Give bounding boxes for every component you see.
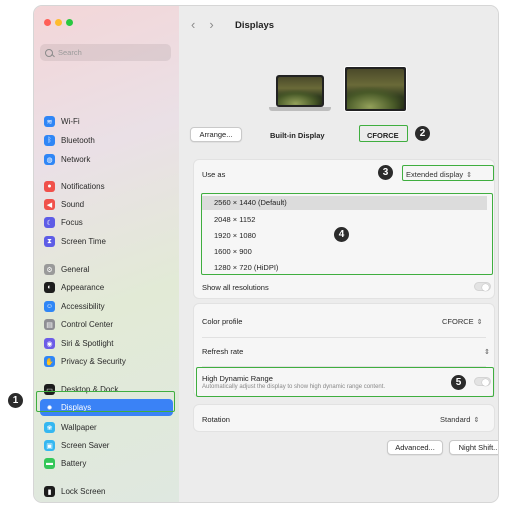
- battery-icon: ▬: [44, 458, 55, 469]
- sidebar-item-label: Screen Saver: [61, 441, 110, 450]
- display-settings-card: Use as 3 Extended display ⇕ 2560 × 1440 (…: [193, 159, 495, 299]
- sidebar-item-label: Notifications: [61, 182, 105, 191]
- color-profile-select[interactable]: CFORCE ⇕: [442, 317, 483, 326]
- sidebar: Search ≋ Wi-Fi ᛒ Bluetooth ◍ Network ● Notifica…: [34, 6, 179, 502]
- back-button[interactable]: ‹: [191, 17, 195, 32]
- search-placeholder: Search: [58, 48, 82, 57]
- gear-icon: ⚙: [44, 264, 55, 275]
- advanced-button[interactable]: Advanced...: [387, 440, 443, 455]
- night-shift-button[interactable]: Night Shift...: [449, 440, 498, 455]
- siri-icon: ◉: [44, 338, 55, 349]
- color-profile-value: CFORCE: [442, 317, 474, 326]
- sidebar-item-accessibility[interactable]: ☺ Accessibility: [40, 298, 173, 315]
- page-title: Displays: [235, 20, 275, 31]
- arrange-button[interactable]: Arrange...: [190, 127, 242, 142]
- chevron-updown-icon: ⇕: [473, 417, 480, 424]
- sidebar-item-label: Control Center: [61, 320, 114, 329]
- screen-saver-icon: ▣: [44, 440, 55, 451]
- highlight-cforce: [359, 125, 408, 142]
- refresh-rate-select[interactable]: ⇕: [481, 347, 490, 356]
- sidebar-item-label: Lock Screen: [61, 487, 106, 496]
- sidebar-item-appearance[interactable]: ◐ Appearance: [40, 279, 173, 296]
- sidebar-item-touch-id-password[interactable]: ◎Touch ID & Password: [40, 501, 173, 502]
- sidebar-item-network[interactable]: ◍ Network: [40, 151, 173, 168]
- chevron-updown-icon: ⇕: [484, 349, 490, 356]
- sidebar-item-privacy-security[interactable]: ✋ Privacy & Security: [40, 353, 173, 370]
- sidebar-item-focus[interactable]: ☾ Focus: [40, 214, 173, 231]
- rotation-label: Rotation: [202, 415, 230, 424]
- annotation-badge-1: 1: [8, 393, 23, 408]
- annotation-badge-2: 2: [415, 126, 430, 141]
- accessibility-icon: ☺: [44, 301, 55, 312]
- color-settings-card: Color profile CFORCE ⇕ Refresh rate ⇕ Hig…: [193, 303, 495, 397]
- close-window-button[interactable]: [44, 19, 51, 26]
- show-all-resolutions-label: Show all resolutions: [202, 283, 269, 292]
- use-as-label: Use as: [202, 170, 226, 179]
- sidebar-item-battery[interactable]: ▬ Battery: [40, 455, 173, 472]
- refresh-rate-label: Refresh rate: [202, 347, 244, 356]
- sidebar-item-lock-screen[interactable]: ▮ Lock Screen: [40, 483, 173, 500]
- builtin-display-label[interactable]: Built-in Display: [270, 131, 325, 140]
- highlight-hdr: [196, 367, 494, 397]
- sidebar-item-label: General: [61, 265, 90, 274]
- appearance-icon: ◐: [44, 282, 55, 293]
- sidebar-item-bluetooth[interactable]: ᛒ Bluetooth: [40, 132, 173, 149]
- control-center-icon: ▤: [44, 319, 55, 330]
- sidebar-item-general[interactable]: ⚙ General: [40, 261, 173, 278]
- sidebar-item-label: Siri & Spotlight: [61, 339, 114, 348]
- sidebar-item-screen-time[interactable]: ⧗ Screen Time: [40, 233, 173, 250]
- sidebar-item-label: Network: [61, 155, 91, 164]
- builtin-display-thumbnail[interactable]: [276, 75, 324, 107]
- sidebar-item-label: Wi-Fi: [61, 117, 80, 126]
- rotation-select[interactable]: Standard ⇕: [440, 415, 479, 424]
- sidebar-item-label: Privacy & Security: [61, 357, 126, 366]
- speaker-icon: ◀: [44, 199, 55, 210]
- hand-icon: ✋: [44, 356, 55, 367]
- bluetooth-icon: ᛒ: [44, 135, 55, 146]
- maximize-window-button[interactable]: [66, 19, 73, 26]
- sidebar-item-screen-saver[interactable]: ▣ Screen Saver: [40, 437, 173, 454]
- system-settings-window: Search ≋ Wi-Fi ᛒ Bluetooth ◍ Network ● Notifica…: [33, 5, 499, 503]
- sidebar-item-label: Wallpaper: [61, 423, 97, 432]
- wallpaper-icon: ❀: [44, 422, 55, 433]
- sidebar-item-siri-spotlight[interactable]: ◉ Siri & Spotlight: [40, 335, 173, 352]
- search-icon: [45, 48, 53, 57]
- sidebar-item-label: Battery: [61, 459, 87, 468]
- annotation-badge-3: 3: [378, 165, 393, 180]
- sidebar-item-notifications[interactable]: ● Notifications: [40, 178, 173, 195]
- bell-icon: ●: [44, 181, 55, 192]
- main-pane: ‹ › Displays Arrange... Built-in Display…: [179, 6, 498, 502]
- sidebar-item-label: Accessibility: [61, 302, 105, 311]
- sidebar-item-control-center[interactable]: ▤ Control Center: [40, 316, 173, 333]
- globe-icon: ◍: [44, 154, 55, 165]
- sidebar-item-wallpaper[interactable]: ❀ Wallpaper: [40, 419, 173, 436]
- laptop-base: [269, 107, 331, 111]
- forward-button[interactable]: ›: [209, 17, 213, 32]
- divider: [202, 337, 486, 338]
- chevron-updown-icon: ⇕: [476, 319, 483, 326]
- rotation-card: Rotation Standard ⇕: [193, 404, 495, 432]
- highlight-displays: [36, 391, 175, 412]
- sidebar-item-label: Appearance: [61, 283, 105, 292]
- sidebar-item-wi-fi[interactable]: ≋ Wi-Fi: [40, 113, 173, 130]
- sidebar-item-label: Sound: [61, 200, 85, 209]
- cforce-display-thumbnail[interactable]: [344, 66, 407, 112]
- rotation-value: Standard: [440, 415, 471, 424]
- hourglass-icon: ⧗: [44, 236, 55, 247]
- lock-icon: ▮: [44, 486, 55, 497]
- color-profile-label: Color profile: [202, 317, 243, 326]
- moon-icon: ☾: [44, 217, 55, 228]
- search-input[interactable]: Search: [40, 44, 171, 61]
- minimize-window-button[interactable]: [55, 19, 62, 26]
- sidebar-item-label: Screen Time: [61, 237, 106, 246]
- sidebar-item-label: Focus: [61, 218, 83, 227]
- show-all-resolutions-toggle[interactable]: [474, 282, 491, 291]
- sidebar-item-label: Bluetooth: [61, 136, 95, 145]
- sidebar-item-sound[interactable]: ◀ Sound: [40, 196, 173, 213]
- annotation-badge-4: 4: [334, 227, 349, 242]
- wifi-icon: ≋: [44, 116, 55, 127]
- highlight-use-as: [402, 165, 494, 181]
